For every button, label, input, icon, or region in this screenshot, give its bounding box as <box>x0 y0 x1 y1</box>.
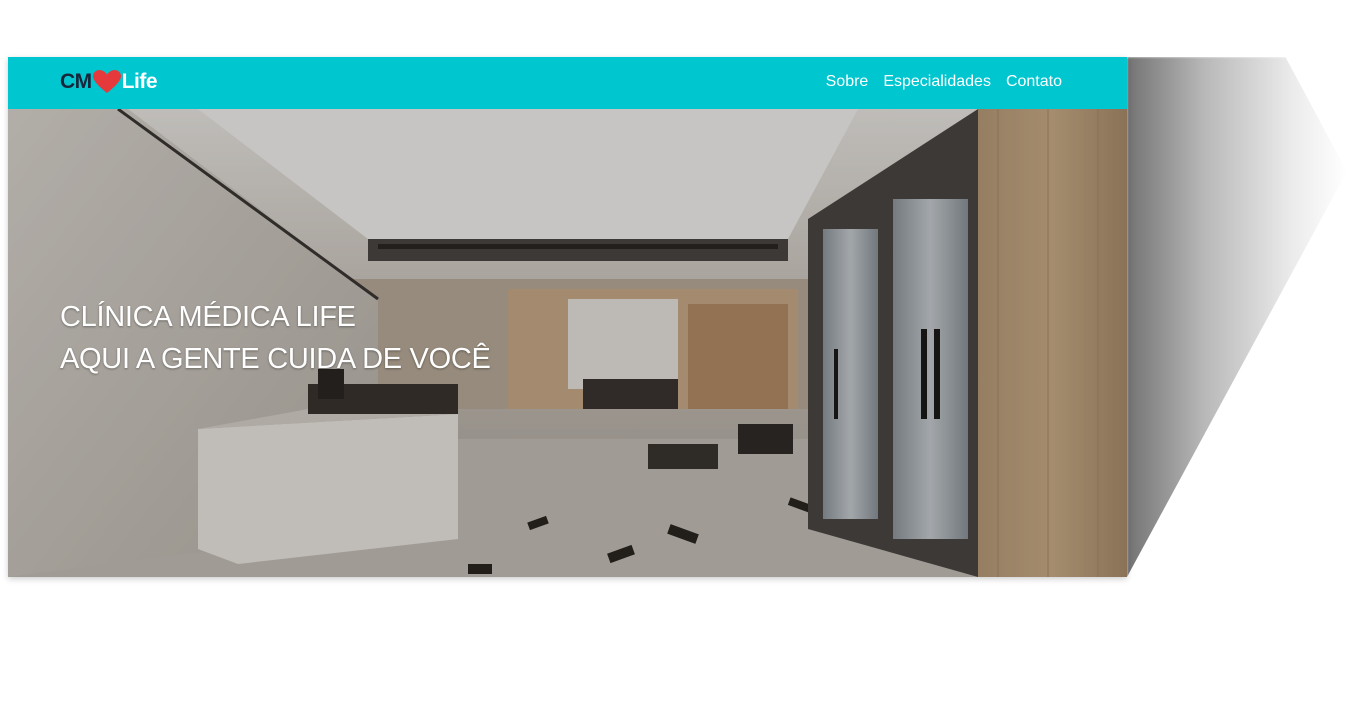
hero-headline: CLÍNICA MÉDICA LIFE AQUI A GENTE CUIDA D… <box>60 296 491 380</box>
main-nav: Sobre Especialidades Contato <box>826 73 1062 91</box>
brand-logo[interactable]: CM Life <box>60 69 158 95</box>
navbar: CM Life Sobre Especialidades Contato <box>8 57 1127 109</box>
brand-prefix: CM <box>60 70 92 93</box>
page-drop-shadow <box>1127 57 1347 577</box>
brand-suffix: Life <box>121 70 158 93</box>
hero-banner: CLÍNICA MÉDICA LIFE AQUI A GENTE CUIDA D… <box>8 109 1127 577</box>
nav-link-especialidades[interactable]: Especialidades <box>883 73 991 91</box>
heart-icon <box>92 70 121 93</box>
website-frame: CM Life Sobre Especialidades Contato CLÍ… <box>8 57 1127 577</box>
hero-title: CLÍNICA MÉDICA LIFE <box>60 301 356 333</box>
hero-subtitle: AQUI A GENTE CUIDA DE VOCÊ <box>60 343 491 375</box>
nav-link-sobre[interactable]: Sobre <box>826 73 869 91</box>
nav-link-contato[interactable]: Contato <box>1006 73 1062 91</box>
